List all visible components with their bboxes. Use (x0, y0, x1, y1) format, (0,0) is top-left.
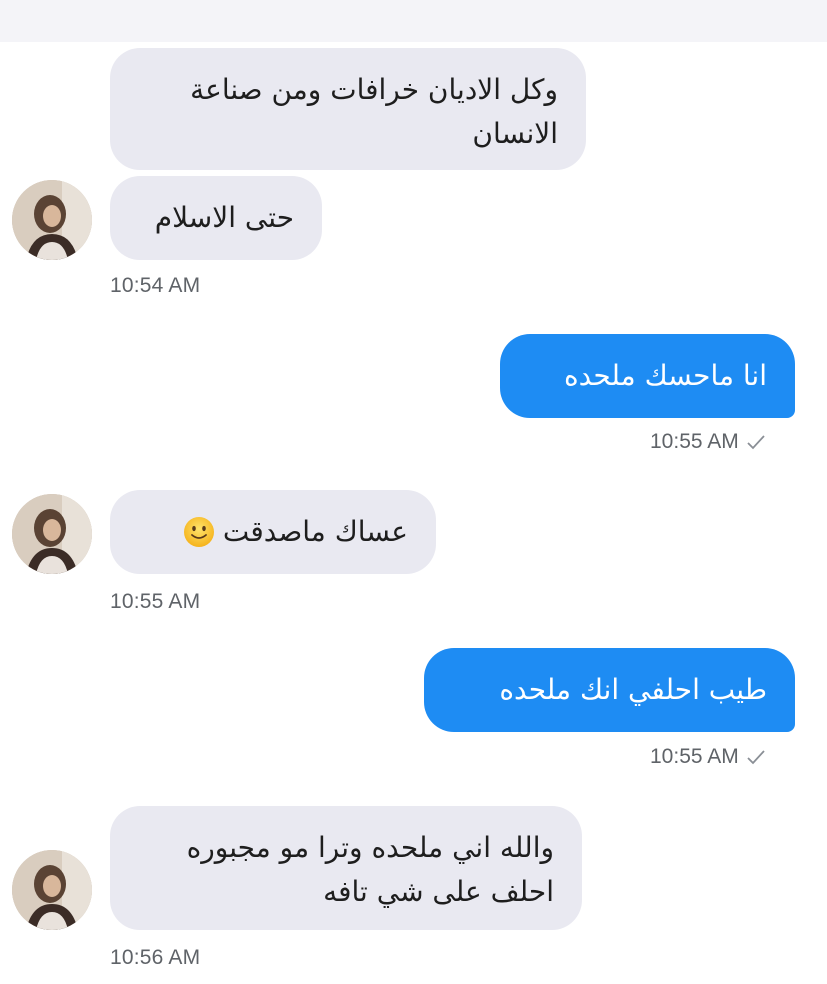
chat-header-bar (0, 0, 827, 42)
contact-avatar[interactable] (12, 180, 92, 260)
avatar-photo-icon (12, 850, 92, 930)
contact-avatar[interactable] (12, 850, 92, 930)
avatar-photo-icon (12, 180, 92, 260)
message-timestamp: 10:56 AM (110, 946, 201, 969)
check-icon (747, 435, 765, 450)
slightly-smiling-face-icon (183, 517, 214, 547)
incoming-message-bubble: حتى الاسلام (110, 176, 322, 260)
incoming-message-bubble: وكل الاديان خرافات ومن صناعة الانسان (110, 48, 586, 170)
message-timestamp: 10:54 AM (110, 274, 201, 297)
message-timestamp: 10:55 AM (110, 590, 201, 613)
outgoing-message-bubble: انا ماحسك ملحده (500, 334, 795, 418)
avatar-photo-icon (12, 494, 92, 574)
message-timestamp: 10:55 AM (650, 745, 739, 768)
check-icon (747, 750, 765, 765)
message-text: عساك ماصدقت (222, 515, 408, 548)
message-timestamp-row: 10:55 AM (650, 745, 765, 769)
message-timestamp-row: 10:55 AM (650, 430, 765, 454)
outgoing-message-bubble: طيب احلفي انك ملحده (424, 648, 795, 732)
incoming-message-bubble: عساك ماصدقت (110, 490, 436, 574)
incoming-message-bubble: والله اني ملحده وترا مو مجبوره احلف على … (110, 806, 582, 930)
contact-avatar[interactable] (12, 494, 92, 574)
message-timestamp: 10:55 AM (650, 430, 739, 453)
